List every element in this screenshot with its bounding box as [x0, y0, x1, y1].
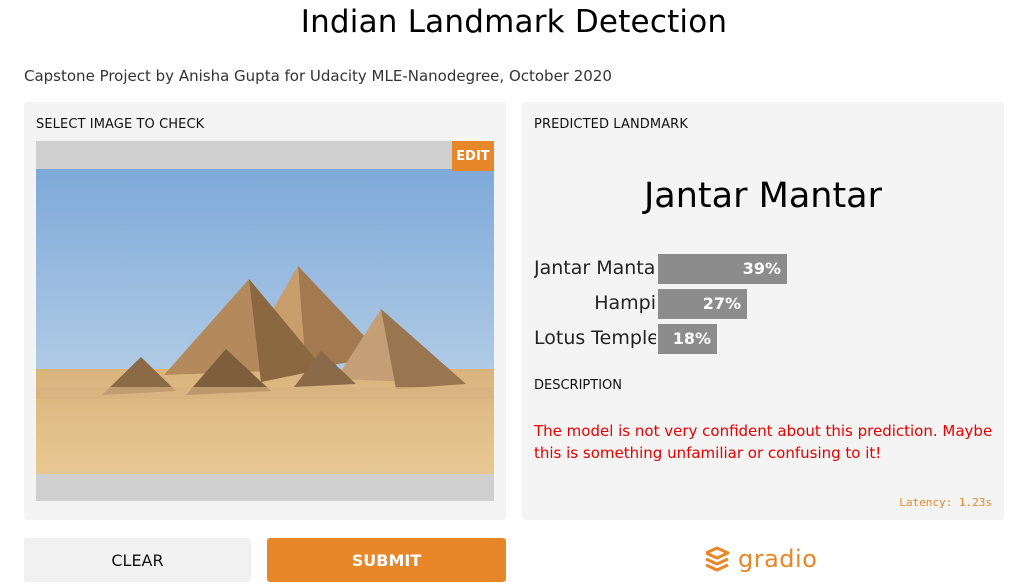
clear-button[interactable]: CLEAR — [24, 538, 251, 582]
gradio-branding[interactable]: gradio — [702, 541, 817, 577]
confidence-label: Jantar Mantar — [534, 257, 656, 279]
confidence-bar: 27% — [658, 289, 747, 319]
output-panel-label: PREDICTED LANDMARK — [534, 117, 688, 132]
gradio-brand-name: gradio — [738, 545, 818, 573]
description-label: DESCRIPTION — [534, 378, 622, 393]
confidence-bar: 39% — [658, 254, 787, 284]
confidence-bar: 18% — [658, 324, 717, 354]
page-title: Indian Landmark Detection — [300, 4, 728, 40]
confidence-label: Hampi — [594, 292, 656, 314]
predicted-landmark: Jantar Mantar — [643, 176, 883, 216]
page-subtitle: Capstone Project by Anisha Gupta for Uda… — [24, 67, 612, 85]
output-panel: PREDICTED LANDMARK Jantar Mantar Jantar … — [522, 102, 1004, 520]
submit-button[interactable]: SUBMIT — [267, 538, 506, 582]
latency-readout: Latency: 1.23s — [899, 496, 992, 509]
edit-button[interactable]: EDIT — [452, 141, 494, 171]
pyramids-photo — [36, 169, 494, 474]
confidence-label: Lotus Temple — [534, 327, 656, 349]
image-upload-area[interactable]: EDIT — [36, 141, 494, 501]
description-text: The model is not very confident about th… — [534, 422, 993, 462]
confidence-percent: 18% — [672, 329, 711, 348]
confidence-percent: 27% — [702, 294, 741, 313]
gradio-logo-icon — [705, 546, 730, 572]
confidence-percent: 39% — [742, 259, 781, 278]
input-panel-label: SELECT IMAGE TO CHECK — [36, 117, 205, 132]
input-panel: SELECT IMAGE TO CHECK EDIT — [24, 102, 506, 520]
